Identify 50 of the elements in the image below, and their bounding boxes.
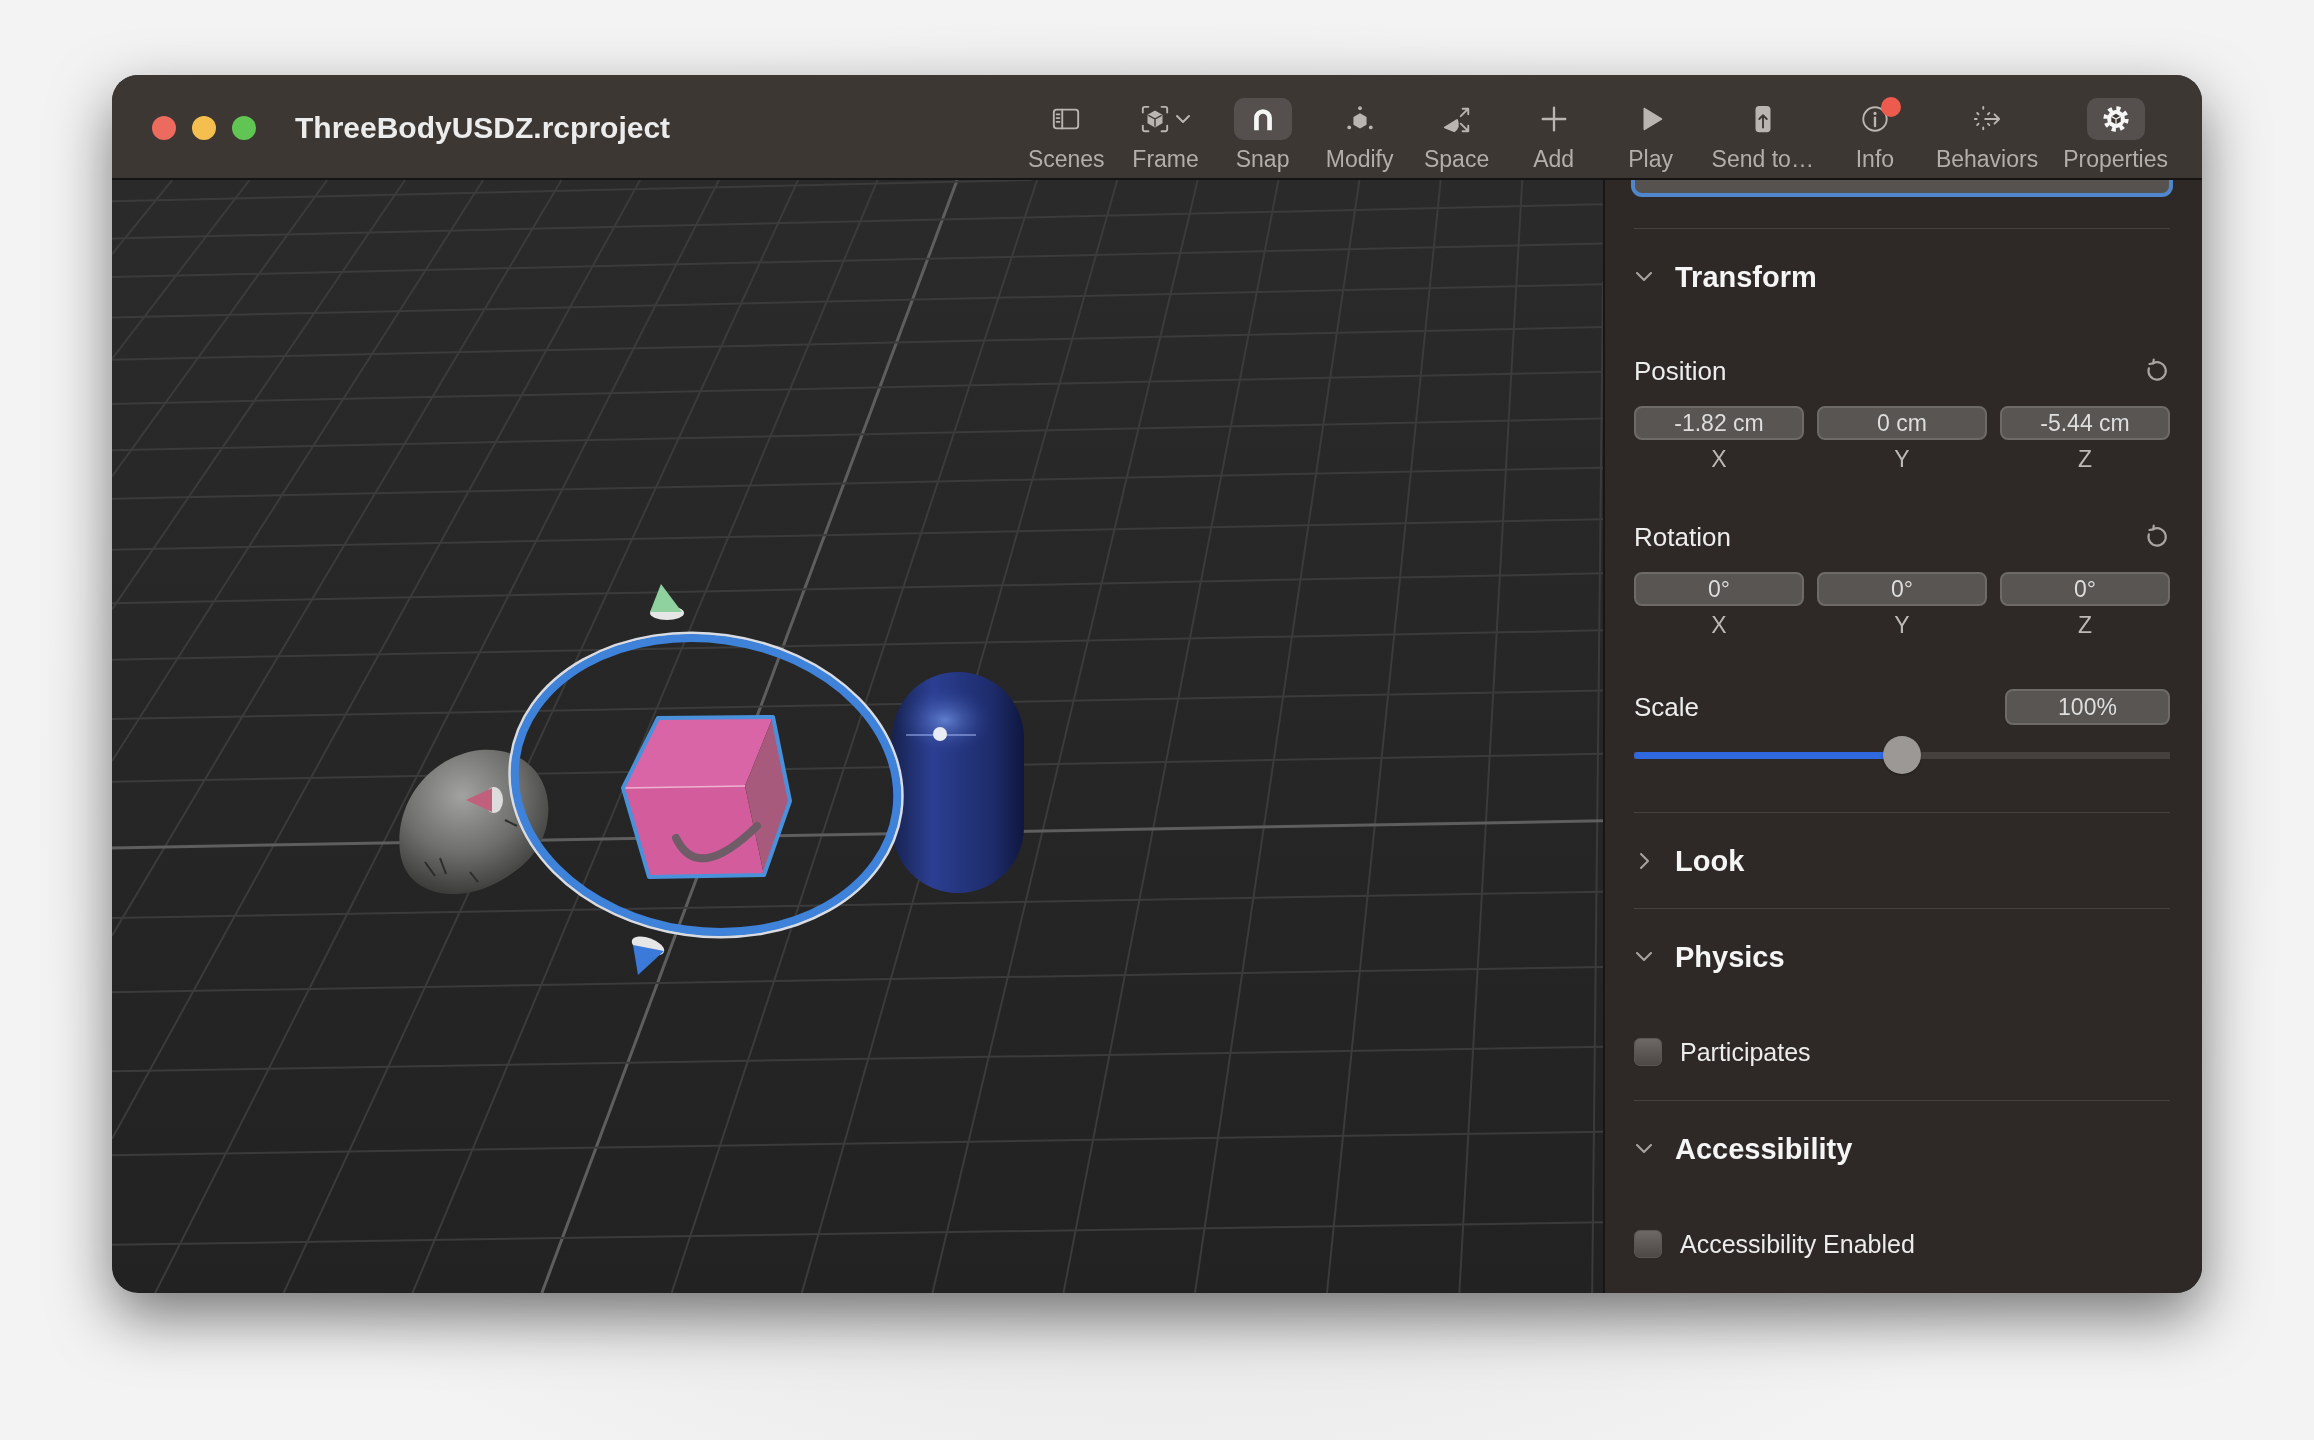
toolbar-button[interactable]: Modify — [1323, 98, 1396, 173]
close-button[interactable] — [152, 116, 176, 140]
section-header[interactable]: Physics — [1634, 939, 1785, 974]
number-field[interactable]: -5.44 cm — [2000, 406, 2170, 440]
property-label: Scale — [1634, 692, 1700, 722]
number-field[interactable]: 0° — [2000, 572, 2170, 606]
rock-model[interactable] — [399, 749, 549, 895]
checkbox-label: Accessibility Enabled — [1680, 1229, 1915, 1259]
checkbox[interactable] — [1634, 1038, 1662, 1066]
axis-label: Y — [1894, 446, 1910, 472]
section-header[interactable]: Accessibility — [1634, 1131, 1853, 1166]
section-header[interactable]: Look — [1634, 843, 1745, 878]
cone-handle[interactable] — [466, 787, 503, 813]
toolbar-button[interactable]: Properties — [2063, 98, 2168, 173]
name-field[interactable] — [1631, 180, 2173, 197]
axis-label: Z — [2077, 612, 2093, 638]
floor-grid[interactable] — [112, 180, 1603, 1293]
axis-label: Y — [1894, 612, 1910, 638]
axis-label: X — [1711, 446, 1727, 472]
circular-arrow-icon[interactable] — [2144, 524, 2170, 550]
window-title: ThreeBodyUSDZ.rcproject — [295, 110, 671, 146]
maximize-button[interactable] — [232, 116, 256, 140]
number-field[interactable]: 0° — [1817, 572, 1987, 606]
cone-handle[interactable] — [650, 584, 684, 620]
scale-field[interactable]: 100% — [2005, 689, 2170, 725]
toolbar-button[interactable]: Play — [1614, 98, 1687, 173]
cone-handle[interactable] — [631, 936, 665, 975]
checkbox[interactable] — [1634, 1230, 1662, 1258]
property-label: Rotation — [1634, 522, 1731, 552]
toolbar-button[interactable]: Info — [1838, 98, 1911, 173]
axis-label: X — [1711, 612, 1727, 638]
slider-thumb[interactable] — [1883, 736, 1921, 774]
property-label: Position — [1634, 356, 1727, 386]
cube-model[interactable] — [621, 715, 792, 879]
toolbar-button[interactable]: Add — [1517, 98, 1590, 173]
minimize-button[interactable] — [192, 116, 216, 140]
rotation-ring[interactable] — [508, 631, 904, 939]
toolbar-button[interactable]: Snap — [1226, 98, 1299, 173]
section-header[interactable]: Transform — [1634, 259, 1817, 294]
toolbar-button[interactable]: Scenes — [1027, 98, 1105, 173]
toolbar-button[interactable]: Send to… — [1711, 98, 1814, 173]
number-field[interactable]: -1.82 cm — [1634, 406, 1804, 440]
number-field[interactable]: 0° — [1634, 572, 1804, 606]
axis-label: Z — [2077, 446, 2093, 472]
toolbar-button[interactable]: Behaviors — [1935, 98, 2039, 173]
checkbox-label: Participates — [1680, 1037, 1811, 1067]
toolbar-button[interactable]: Frame — [1129, 98, 1202, 173]
circular-arrow-icon[interactable] — [2144, 358, 2170, 384]
number-field[interactable]: 0 cm — [1817, 406, 1987, 440]
toolbar-button[interactable]: Space — [1420, 98, 1493, 173]
